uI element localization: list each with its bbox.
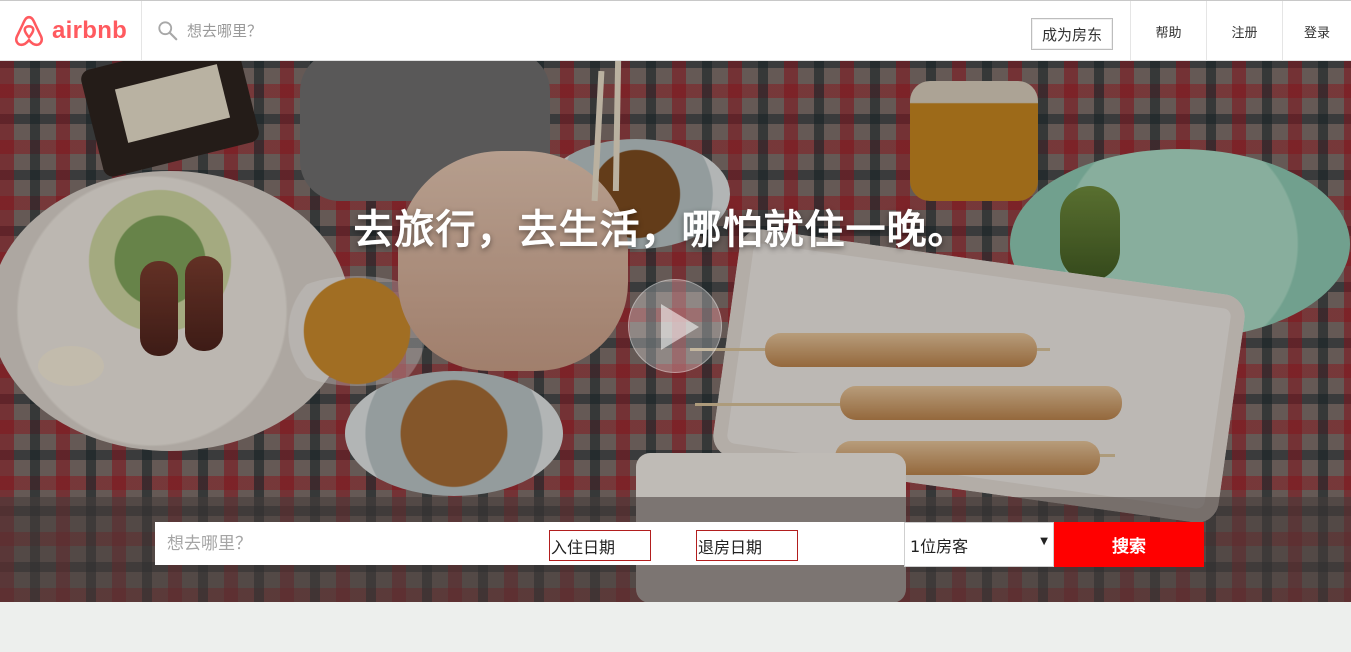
- checkin-date-field[interactable]: 入住日期: [549, 530, 651, 561]
- airbnb-belo-icon: [14, 15, 44, 47]
- logo-wordmark: airbnb: [52, 17, 128, 44]
- checkout-date-field[interactable]: 退房日期: [696, 530, 798, 561]
- header-search-input[interactable]: [187, 22, 487, 40]
- date-range-box: 入住日期 退房日期: [534, 522, 904, 565]
- dropdown-caret-icon: ▼: [1040, 536, 1048, 547]
- destination-input[interactable]: [155, 522, 534, 565]
- header-search[interactable]: [143, 1, 563, 61]
- nav-login-link[interactable]: 登录: [1282, 1, 1351, 61]
- become-host-button[interactable]: 成为房东: [1031, 18, 1113, 50]
- search-button[interactable]: 搜索: [1054, 522, 1204, 567]
- guests-select[interactable]: 1位房客 ▼: [904, 522, 1054, 567]
- guests-value: 1位房客: [910, 536, 969, 556]
- nav-help-link[interactable]: 帮助: [1130, 1, 1206, 61]
- search-bar: 入住日期 退房日期 1位房客 ▼ 搜索: [0, 61, 1351, 602]
- nav-signup-link[interactable]: 注册: [1206, 1, 1282, 61]
- top-nav-bar: airbnb 成为房东 帮助 注册 登录: [0, 0, 1351, 61]
- airbnb-logo[interactable]: airbnb: [0, 1, 142, 61]
- search-icon: [158, 21, 178, 41]
